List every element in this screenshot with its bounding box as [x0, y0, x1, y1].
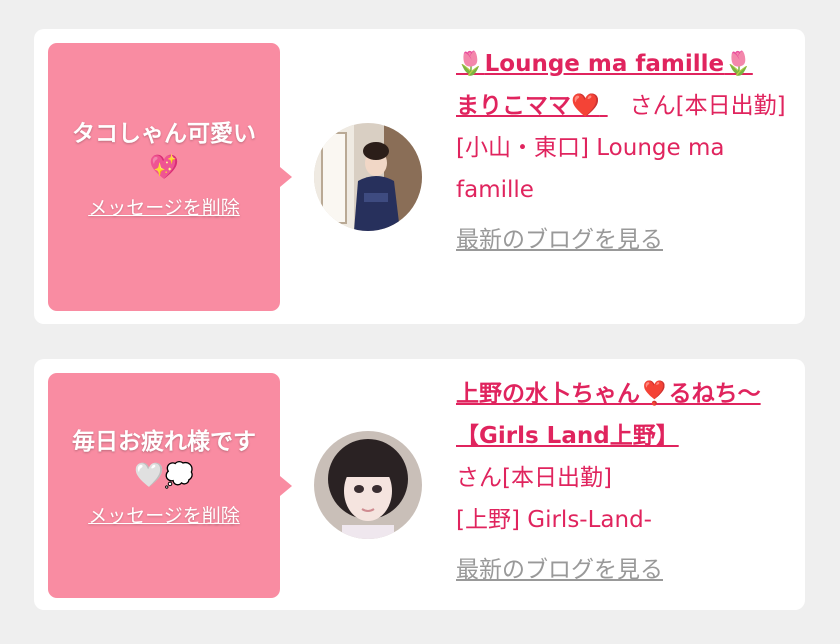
message-card: タコしゃん可愛い 💖 メッセージを削除 🌷Lounge ma famille🌷 … — [34, 29, 805, 324]
area-shop: [小山・東口] Lounge ma famille — [456, 135, 725, 203]
cast-name-line1: Lounge ma famille — [484, 51, 725, 77]
tulip-icon: 🌷 — [724, 51, 753, 77]
latest-blog-link[interactable]: 最新のブログを見る — [456, 219, 786, 261]
delete-message-link[interactable]: メッセージを削除 — [88, 501, 240, 528]
message-bubble: タコしゃん可愛い 💖 メッセージを削除 — [48, 43, 292, 311]
cast-name-line2: まりこママ — [456, 93, 571, 119]
cast-name-link[interactable]: 上野の水卜ちゃん❣️るねち〜【Girls Land上野】 — [456, 381, 761, 449]
sparkling-heart-icon: 💖 — [149, 153, 179, 181]
work-status: [本日出勤] — [502, 465, 612, 491]
honorific: さん — [629, 93, 676, 119]
delete-message-link[interactable]: メッセージを削除 — [88, 193, 240, 220]
white-heart-thought-bubble-icon: 🤍💭 — [134, 461, 194, 489]
latest-blog-link[interactable]: 最新のブログを見る — [456, 549, 786, 591]
avatar[interactable] — [314, 123, 422, 231]
work-status: [本日出勤] — [675, 93, 786, 119]
message-text: 毎日お疲れ様です — [72, 429, 256, 455]
cast-info: 🌷Lounge ma famille🌷 まりこママ❤️ さん[本日出勤] [小山… — [456, 43, 786, 261]
avatar[interactable] — [314, 431, 422, 539]
area-shop: [上野] Girls-Land- — [456, 507, 652, 533]
avatar-photo — [314, 431, 422, 539]
message-card: 毎日お疲れ様です 🤍💭 メッセージを削除 上野の水卜ちゃん❣️るねち〜【Girl… — [34, 359, 805, 610]
tulip-icon: 🌷 — [456, 51, 485, 77]
message-bubble: 毎日お疲れ様です 🤍💭 メッセージを削除 — [48, 373, 292, 598]
message-text: タコしゃん可愛い — [72, 121, 256, 147]
cast-info: 上野の水卜ちゃん❣️るねち〜【Girls Land上野】 さん[本日出勤] [上… — [456, 373, 786, 591]
avatar-photo — [314, 123, 422, 231]
honorific: さん — [456, 465, 502, 491]
heart-icon: ❤️ — [571, 93, 600, 119]
